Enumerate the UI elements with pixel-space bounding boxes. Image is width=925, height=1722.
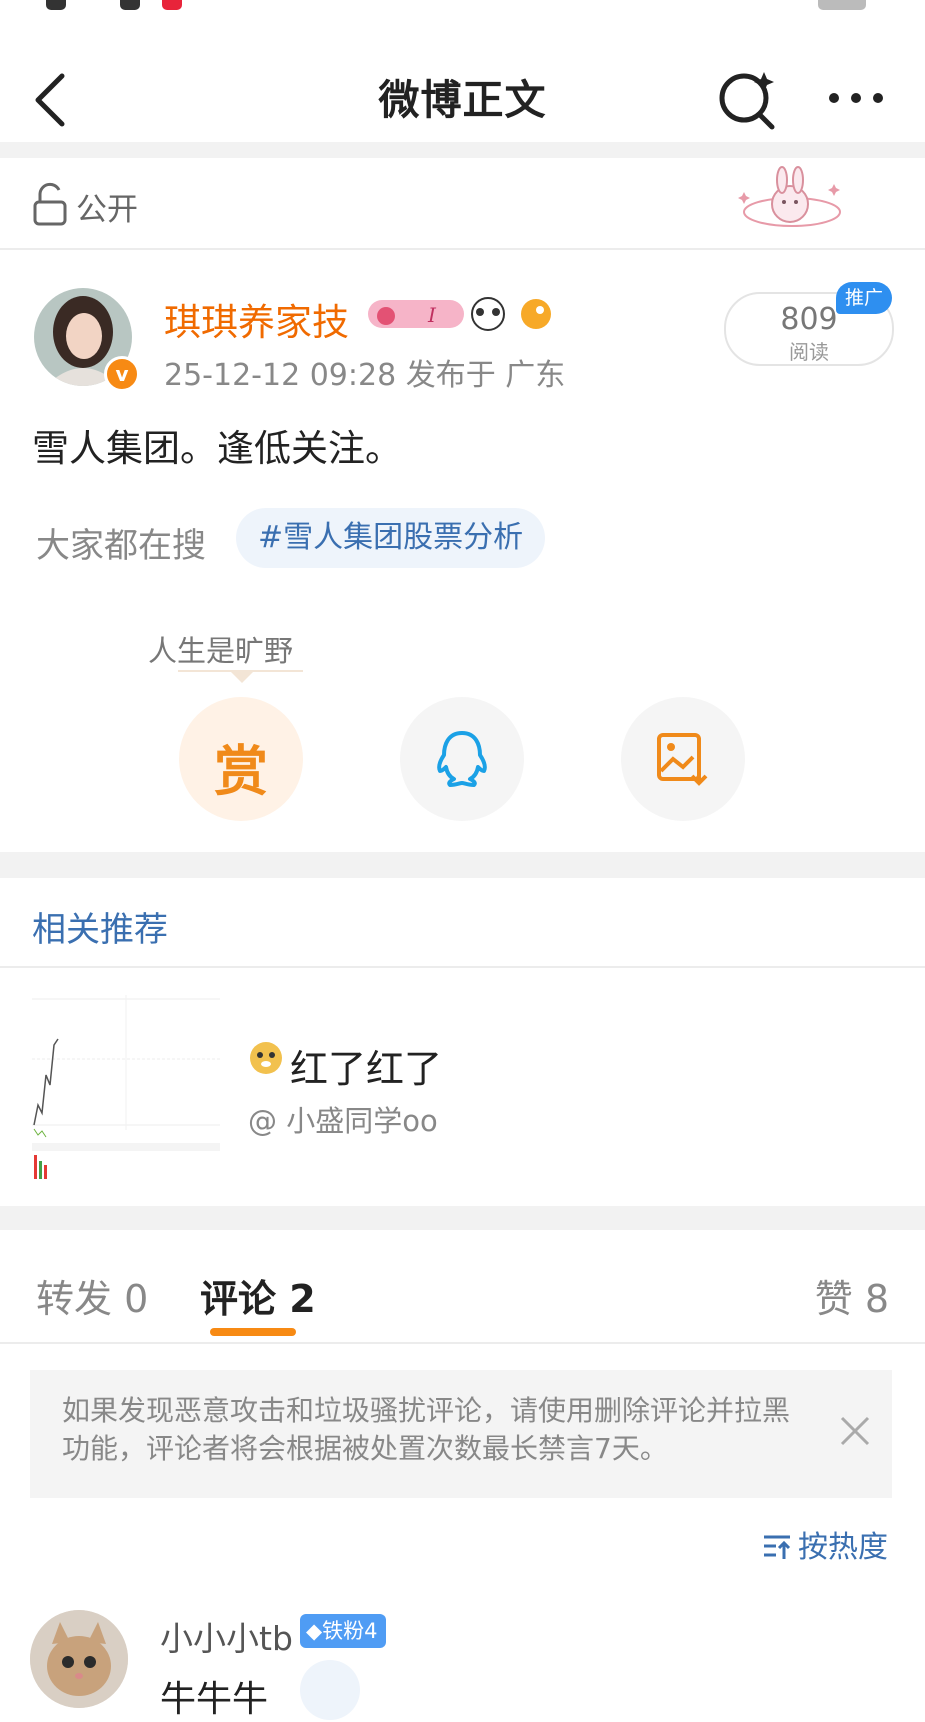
related-thumbnail[interactable] <box>32 985 220 1181</box>
stock-chart-thumbnail <box>32 985 220 1181</box>
search-sparkle-icon <box>719 72 775 130</box>
promo-tag: 推广 <box>836 282 892 314</box>
badge-icons: I <box>368 297 551 331</box>
related-header: 相关推荐 <box>0 878 925 968</box>
sort-button[interactable]: 按热度 <box>762 1522 888 1566</box>
reward-caret <box>231 672 253 683</box>
tab-like[interactable]: 赞 8 <box>815 1268 889 1323</box>
tab-comment[interactable]: 评论 2 <box>200 1268 316 1323</box>
svg-text:I: I <box>427 303 437 327</box>
related-item-user[interactable]: @ 小盛同学oo <box>248 1098 438 1140</box>
doge-icon <box>250 1042 282 1074</box>
divider <box>0 142 925 158</box>
save-image-icon <box>657 733 708 786</box>
reward-button[interactable]: 赏 <box>179 697 303 821</box>
post-meta: 25-12-12 09:28 发布于 广东 <box>164 358 566 393</box>
nav-bar: 微博正文 <box>0 14 925 142</box>
trending-search-label: 大家都在搜 <box>36 526 206 566</box>
save-image-button[interactable] <box>621 697 745 821</box>
panda-icon <box>471 297 505 331</box>
unlock-icon <box>33 182 67 226</box>
cat-avatar-image <box>30 1610 128 1708</box>
post-text: 雪人集团。逢低关注。 <box>32 427 402 470</box>
status-icon <box>120 0 140 10</box>
diamond-icon: ◆ <box>306 1619 323 1643</box>
status-icon <box>162 0 182 10</box>
close-notice-button[interactable] <box>830 1406 880 1456</box>
sort-icon <box>764 1535 791 1559</box>
related-title: 相关推荐 <box>32 910 168 950</box>
share-qq-button[interactable] <box>400 697 524 821</box>
status-bar <box>0 0 925 14</box>
tab-indicator <box>210 1328 296 1336</box>
reward-user: 人生是旷野 <box>148 634 294 668</box>
comment-text: 牛牛牛 <box>160 1679 269 1720</box>
search-button[interactable] <box>712 58 782 138</box>
status-icon <box>46 0 66 10</box>
divider <box>0 852 925 878</box>
fan-badge-label: 铁粉4 <box>322 1619 378 1643</box>
fan-badge: ◆铁粉4 <box>300 1614 386 1648</box>
comment-bubble-decoration <box>300 1660 360 1720</box>
divider <box>0 1206 925 1230</box>
commenter-avatar[interactable] <box>30 1610 128 1708</box>
battery-icon <box>818 0 866 10</box>
visibility-row[interactable]: 公开 <box>0 158 925 250</box>
bunny-decoration-icon <box>738 166 841 227</box>
page-title: 微博正文 <box>378 76 547 124</box>
reward-label: 赏 <box>214 740 268 803</box>
visibility-label: 公开 <box>76 192 138 228</box>
comment-notice: 如果发现恶意攻击和垃圾骚扰评论，请使用删除评论并拉黑功能，评论者将会根据被处置次… <box>30 1370 892 1498</box>
read-label: 阅读 <box>789 340 829 364</box>
notice-text: 如果发现恶意攻击和垃圾骚扰评论，请使用删除评论并拉黑功能，评论者将会根据被处置次… <box>62 1394 791 1465</box>
hashtag-link[interactable]: #雪人集团股票分析 <box>236 508 546 568</box>
qq-icon <box>437 731 487 787</box>
author-name[interactable]: 琪琪养家技 <box>164 292 349 346</box>
related-item-title[interactable]: 红了红了 <box>290 1038 442 1093</box>
cherry-badge-icon: I <box>368 300 464 328</box>
more-button[interactable] <box>818 58 898 138</box>
tab-repost[interactable]: 转发 0 <box>36 1268 148 1323</box>
interaction-tabs: 转发 0 评论 2 赞 8 <box>0 1230 925 1344</box>
close-icon <box>840 1416 870 1446</box>
verified-v-icon: v <box>104 356 140 392</box>
fish-icon <box>521 299 551 329</box>
commenter-name[interactable]: 小小小tb <box>160 1612 293 1660</box>
sort-label: 按热度 <box>798 1530 888 1565</box>
more-dots-icon <box>829 93 883 103</box>
